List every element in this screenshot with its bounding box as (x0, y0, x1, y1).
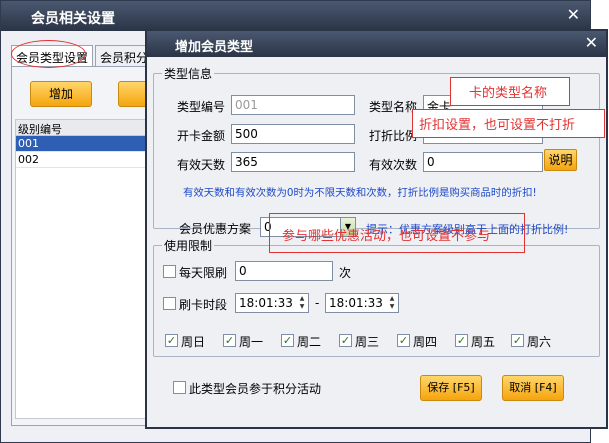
valid-times-label: 有效次数 (369, 158, 418, 172)
save-button[interactable]: 保存 [F5] (420, 375, 482, 401)
annotation-text: 参与哪些优惠活动，也可设置不参与 (282, 229, 491, 244)
weekday-checkbox-sat[interactable]: ✓ (511, 334, 524, 347)
type-code-field[interactable]: 001 (231, 95, 355, 115)
weekday-label-wed: 周三 (355, 335, 380, 349)
cancel-button[interactable]: 取消 [F4] (502, 375, 564, 401)
daily-limit-field[interactable]: 0 (235, 261, 333, 281)
annotation-discount-activity: 参与哪些优惠活动，也可设置不参与 (269, 213, 525, 253)
valid-times-field[interactable]: 0 (423, 152, 543, 172)
open-amount-field[interactable]: 500 (231, 124, 355, 144)
annotation-discount-setting: 折扣设置，也可设置不打折 (412, 109, 605, 138)
period-checkbox[interactable] (163, 297, 176, 310)
dialog-titlebar: 增加会员类型 ✕ (147, 31, 606, 57)
weekday-checkbox-sun[interactable]: ✓ (165, 334, 178, 347)
time-separator: - (315, 296, 320, 310)
annotation-card-type-name: 卡的类型名称 (450, 77, 570, 106)
table-row[interactable]: 002 (16, 152, 149, 168)
weekday-checkbox-wed[interactable]: ✓ (339, 334, 352, 347)
weekday-checkbox-thu[interactable]: ✓ (397, 334, 410, 347)
weekday-label-tue: 周二 (297, 335, 322, 349)
weekday-label-thu: 周四 (413, 335, 438, 349)
add-button[interactable]: 增加 (30, 81, 92, 107)
time-to-field[interactable]: 18:01:33 ▲ ▼ (325, 293, 399, 313)
dialog-title: 增加会员类型 (175, 40, 254, 55)
weekday-label-fri: 周五 (471, 335, 496, 349)
window-title: 会员相关设置 (31, 11, 115, 27)
time-to-value: 18:01:33 (329, 296, 383, 310)
period-label: 刷卡时段 (179, 298, 228, 312)
member-level-grid: 级别编号 001 002 (15, 119, 150, 419)
close-icon[interactable]: ✕ (585, 34, 598, 52)
weekday-checkbox-tue[interactable]: ✓ (281, 334, 294, 347)
points-activity-label: 此类型会员参于积分活动 (189, 382, 322, 396)
type-info-legend: 类型信息 (164, 67, 213, 81)
open-amount-label: 开卡金额 (177, 129, 226, 143)
validity-note: 有效天数和有效次数为0时为不限天数和次数，打折比例是购买商品时的折扣! (183, 187, 537, 199)
daily-limit-label: 每天限刷 (179, 266, 228, 280)
daily-limit-checkbox[interactable] (163, 265, 176, 278)
points-activity-checkbox[interactable] (173, 381, 186, 394)
weekday-checkbox-mon[interactable]: ✓ (223, 334, 236, 347)
table-row[interactable]: 001 (16, 136, 149, 152)
time-from-field[interactable]: 18:01:33 ▲ ▼ (235, 293, 309, 313)
annotation-circle (11, 40, 86, 68)
weekday-label-sun: 周日 (181, 335, 206, 349)
annotation-text: 折扣设置，也可设置不打折 (419, 118, 576, 133)
valid-days-field[interactable]: 365 (231, 152, 355, 172)
spin-arrows-icon[interactable]: ▲ ▼ (387, 295, 397, 311)
discount-label: 打折比例 (369, 129, 418, 143)
help-button[interactable]: 说明 (544, 149, 577, 171)
grid-header-level-code: 级别编号 (16, 120, 149, 136)
usage-limit-legend: 使用限制 (164, 239, 213, 253)
weekday-checkbox-fri[interactable]: ✓ (455, 334, 468, 347)
spin-arrows-icon[interactable]: ▲ ▼ (297, 295, 307, 311)
valid-days-label: 有效天数 (177, 158, 226, 172)
type-name-label: 类型名称 (369, 100, 418, 114)
daily-limit-unit: 次 (339, 266, 352, 280)
scheme-label: 会员优惠方案 (179, 222, 252, 236)
time-from-value: 18:01:33 (239, 296, 293, 310)
window-titlebar: 会员相关设置 ✕ (1, 1, 590, 31)
weekday-label-mon: 周一 (239, 335, 264, 349)
close-icon[interactable]: ✕ (567, 6, 580, 24)
weekday-label-sat: 周六 (527, 335, 552, 349)
type-code-label: 类型编号 (177, 100, 226, 114)
annotation-text: 卡的类型名称 (469, 86, 548, 101)
